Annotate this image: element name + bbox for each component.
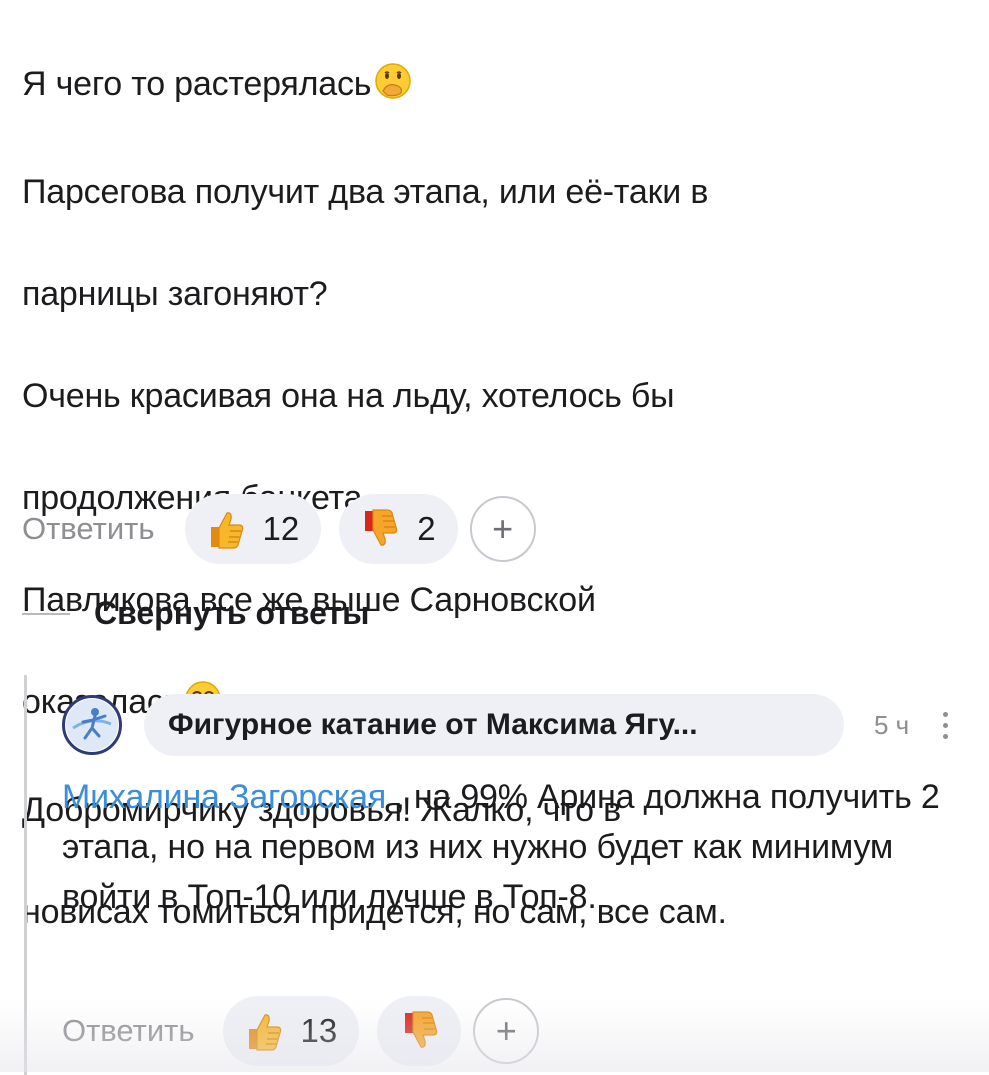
reply-body: Михалина Загорская , на 99% Арина должна… <box>62 772 962 922</box>
comment-text-segment: Я чего то растерялась <box>22 65 372 103</box>
reply-header: Фигурное катание от Максима Ягу... 5 ч <box>62 694 952 756</box>
thumbs-down-icon <box>405 1011 438 1048</box>
thread-indent-bar <box>24 675 27 1075</box>
user-mention-link[interactable]: Михалина Загорская <box>62 778 386 816</box>
thumbs-up-icon <box>248 1014 281 1051</box>
reply-button[interactable]: Ответить <box>62 1013 195 1049</box>
dislike-count: 2 <box>417 510 436 547</box>
reply-button[interactable]: Ответить <box>22 511 155 547</box>
face-with-hand-over-mouth-icon <box>373 61 413 116</box>
comment-line: Я чего то растерялась <box>22 59 972 116</box>
dislike-button[interactable]: 2 <box>339 494 458 564</box>
collapse-divider <box>22 612 70 615</box>
like-button[interactable]: 13 <box>222 996 360 1066</box>
comment-line: Парсегова получит два этапа, или её-таки… <box>22 173 709 211</box>
like-button[interactable]: 12 <box>184 494 322 564</box>
collapse-replies-button[interactable]: Свернуть ответы <box>22 595 370 632</box>
more-vertical-icon[interactable] <box>939 706 952 745</box>
figure-skater-icon <box>66 699 118 751</box>
reply-actions: Ответить 13 + <box>62 996 540 1066</box>
comment-actions: Ответить 12 2 + <box>22 494 536 564</box>
add-reaction-button[interactable]: + <box>469 496 536 562</box>
comment-line: Очень красивая она на льду, хотелось бы <box>22 377 675 415</box>
author-name[interactable]: Фигурное катание от Максима Ягу... <box>144 694 844 756</box>
thumbs-up-icon <box>210 512 243 549</box>
dislike-button[interactable] <box>377 996 462 1066</box>
like-count: 12 <box>262 510 300 547</box>
comment-line: парницы загоняют? <box>22 275 328 313</box>
like-count: 13 <box>300 1012 338 1049</box>
collapse-replies-label: Свернуть ответы <box>94 595 370 631</box>
reply-timestamp: 5 ч <box>874 709 910 740</box>
thumbs-down-icon <box>365 509 398 546</box>
avatar[interactable] <box>62 695 122 755</box>
add-reaction-button[interactable]: + <box>473 998 540 1064</box>
